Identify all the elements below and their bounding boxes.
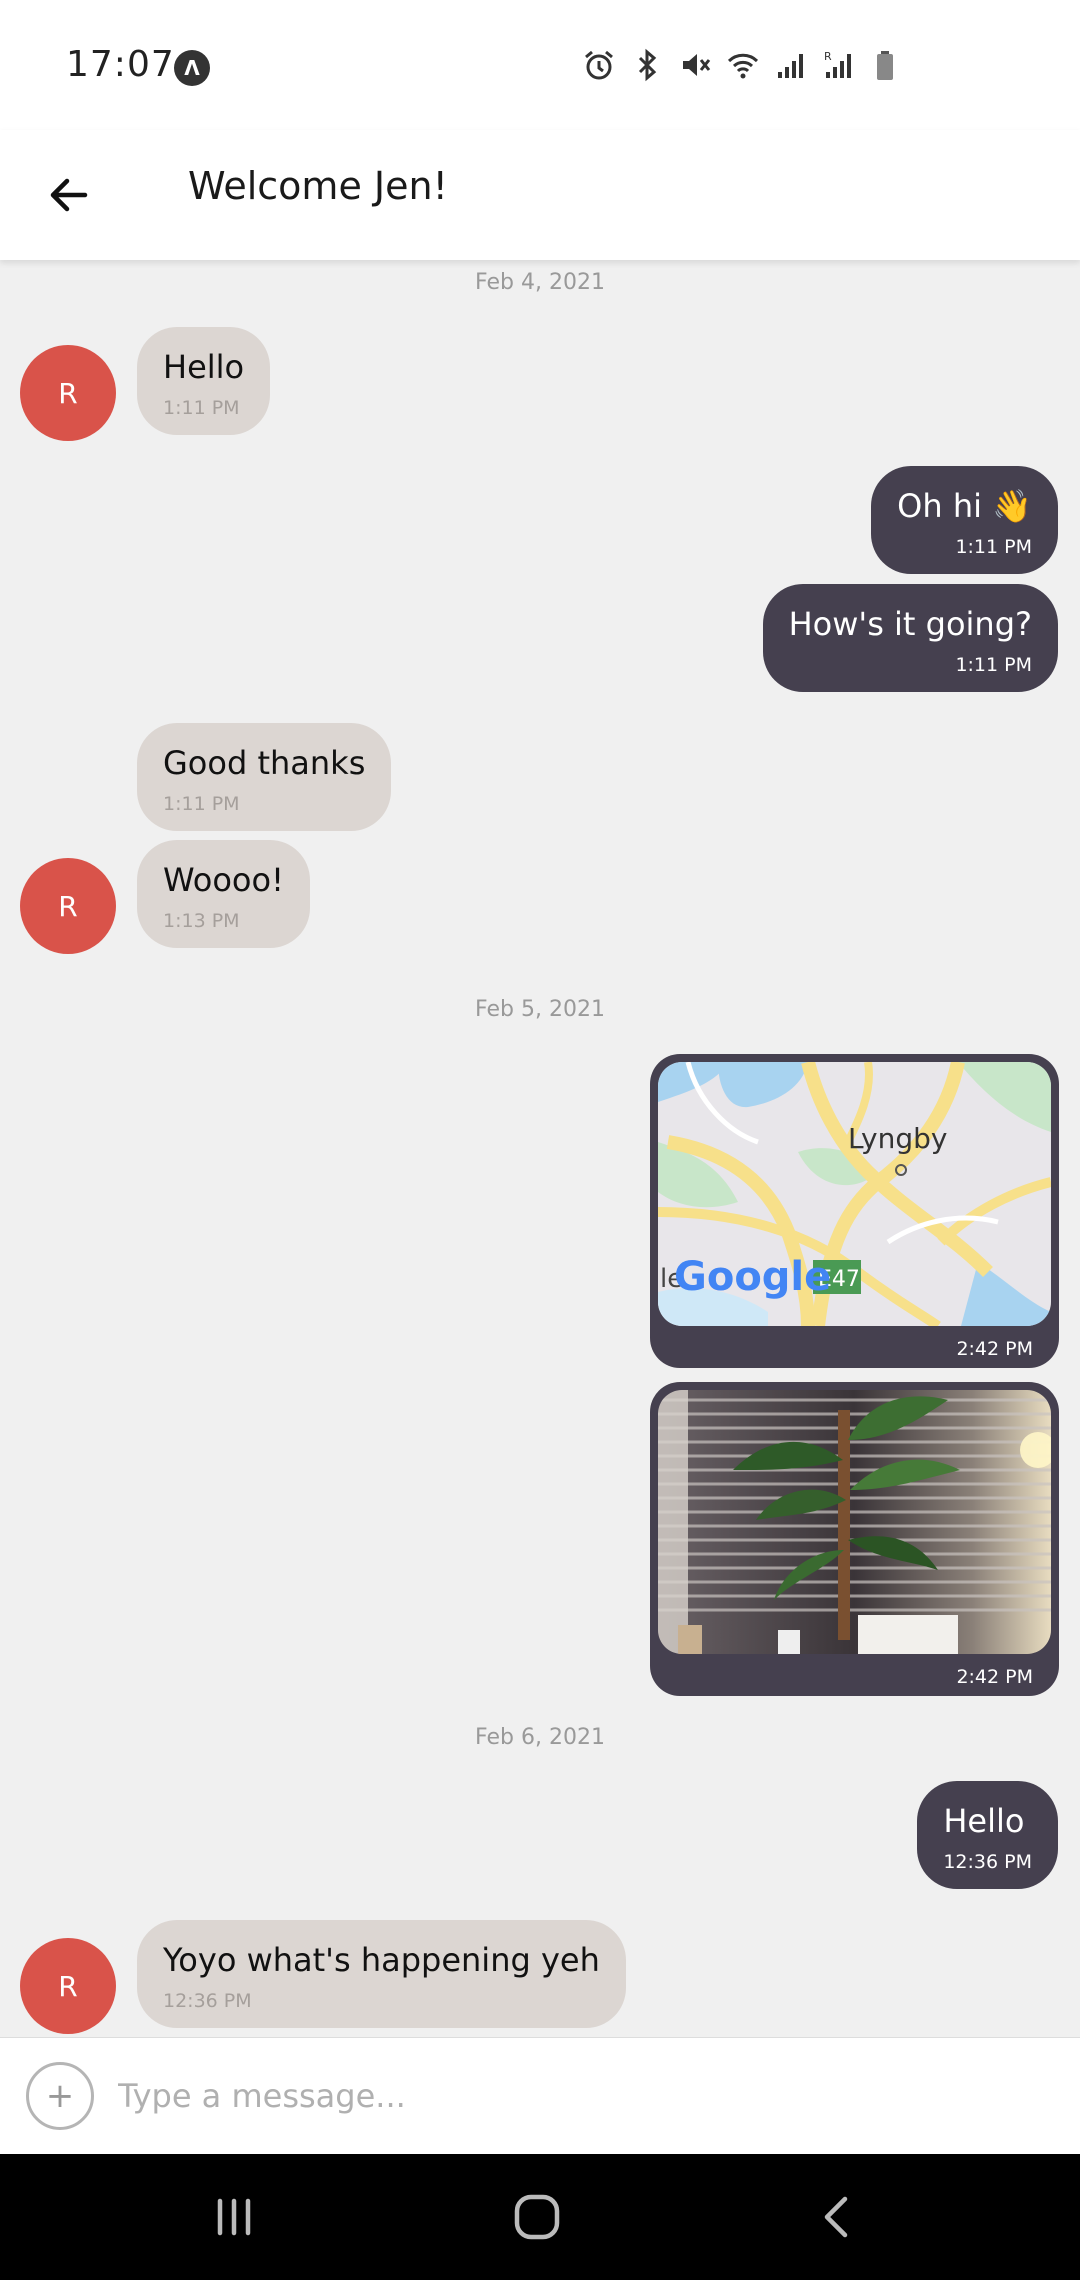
signal-icon: [778, 54, 803, 78]
home-icon: [514, 2194, 560, 2240]
signal-roaming-icon: R: [824, 50, 851, 78]
message-bubble-incoming[interactable]: Good thanks 1:11 PM: [137, 723, 392, 831]
status-time: 17:07: [66, 44, 175, 85]
message-text: Good thanks: [163, 744, 366, 782]
message-text: Woooo!: [163, 861, 284, 899]
avatar[interactable]: R: [20, 858, 116, 954]
app-bar: Welcome Jen!: [0, 130, 1080, 260]
map-preview[interactable]: Lyngby le E47 Google: [658, 1062, 1051, 1326]
status-icons: R: [582, 48, 904, 82]
location-message[interactable]: Lyngby le E47 Google 2:42 PM: [650, 1054, 1059, 1368]
wifi-icon: [727, 53, 759, 79]
message-bubble-incoming[interactable]: Woooo! 1:13 PM: [137, 840, 310, 948]
back-icon: [824, 2196, 848, 2238]
message-text: Hello: [163, 348, 245, 386]
alarm-icon: [585, 50, 613, 80]
mute-icon: [683, 54, 711, 76]
message-time: 12:36 PM: [943, 1851, 1032, 1873]
add-attachment-button[interactable]: +: [26, 2062, 94, 2130]
message-time: 1:11 PM: [955, 536, 1032, 558]
message-bubble-incoming[interactable]: Hello 1:11 PM: [137, 327, 271, 435]
bluetooth-icon: [638, 48, 657, 82]
recent-apps-icon: [217, 2198, 251, 2236]
message-text: Oh hi 👋: [897, 487, 1032, 525]
chat-thread[interactable]: Feb 4, 2021 R Hello 1:11 PM Oh hi 👋 1:11…: [0, 260, 1080, 2037]
photo-preview[interactable]: [658, 1390, 1051, 1654]
message-time: 1:11 PM: [955, 654, 1032, 676]
message-input[interactable]: [118, 2064, 1018, 2128]
message-bubble-incoming[interactable]: Yoyo what's happening yeh 12:36 PM: [137, 1920, 626, 2028]
map-place-label: Lyngby: [848, 1122, 947, 1155]
message-time: 1:11 PM: [163, 793, 240, 815]
date-separator: Feb 5, 2021: [475, 997, 605, 1022]
google-logo: Google: [674, 1254, 831, 1300]
message-bubble-outgoing[interactable]: Oh hi 👋 1:11 PM: [871, 466, 1058, 574]
back-nav-button[interactable]: [800, 2180, 874, 2254]
image-message[interactable]: 2:42 PM: [650, 1382, 1059, 1696]
date-separator: Feb 4, 2021: [475, 270, 605, 295]
avatar[interactable]: R: [20, 345, 116, 441]
message-time: 2:42 PM: [956, 1666, 1033, 1688]
back-button[interactable]: [34, 160, 104, 230]
message-text: Hello: [943, 1802, 1025, 1840]
message-time: 1:13 PM: [163, 910, 240, 932]
message-composer: +: [0, 2037, 1080, 2154]
plus-icon: +: [45, 2076, 75, 2116]
map-image: Lyngby le E47 Google: [658, 1062, 1051, 1326]
status-bar: 17:07 Λ R: [0, 0, 1080, 130]
battery-icon: [877, 51, 893, 80]
avatar[interactable]: R: [20, 1938, 116, 2034]
message-bubble-outgoing[interactable]: Hello 12:36 PM: [917, 1781, 1058, 1889]
arrow-left-icon: [50, 178, 88, 212]
photo-image: [658, 1390, 1051, 1654]
notification-badge: Λ: [174, 50, 210, 86]
svg-text:R: R: [824, 50, 832, 63]
message-text: How's it going?: [788, 605, 1032, 643]
recent-apps-button[interactable]: [197, 2180, 271, 2254]
message-bubble-outgoing[interactable]: How's it going? 1:11 PM: [762, 584, 1058, 692]
page-title: Welcome Jen!: [188, 164, 448, 208]
message-time: 2:42 PM: [956, 1338, 1033, 1360]
message-text: Yoyo what's happening yeh: [163, 1941, 600, 1979]
system-nav-bar: [0, 2154, 1080, 2280]
message-time: 1:11 PM: [163, 397, 240, 419]
message-time: 12:36 PM: [163, 1990, 252, 2012]
date-separator: Feb 6, 2021: [475, 1725, 605, 1750]
home-button[interactable]: [500, 2180, 574, 2254]
